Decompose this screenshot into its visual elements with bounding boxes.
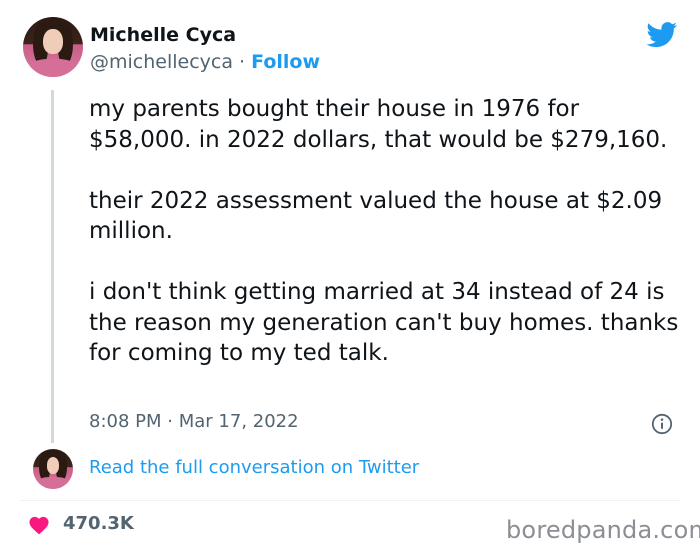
author-handle[interactable]: @michellecyca	[90, 51, 233, 73]
heart-icon[interactable]	[28, 515, 50, 535]
author-avatar[interactable]	[23, 17, 83, 77]
like-count: 470.3K	[63, 513, 134, 534]
tweet-paragraph: i don't think getting married at 34 inst…	[89, 279, 679, 366]
tweet-time[interactable]: 8:08 PM	[89, 411, 162, 432]
tweet-paragraph: their 2022 assessment valued the house a…	[89, 187, 663, 245]
footer-divider	[20, 500, 680, 501]
read-conversation-link[interactable]: Read the full conversation on Twitter	[89, 457, 419, 478]
conversation-avatar[interactable]	[33, 449, 73, 489]
twitter-bird-icon[interactable]	[646, 22, 678, 48]
handle-separator: ·	[239, 51, 246, 73]
author-name[interactable]: Michelle Cyca	[90, 24, 236, 46]
thread-line	[51, 90, 54, 443]
tweet-timestamp[interactable]: 8:08 PM · Mar 17, 2022	[89, 411, 299, 432]
info-icon[interactable]	[651, 413, 673, 435]
tweet-date[interactable]: Mar 17, 2022	[179, 411, 299, 432]
follow-button[interactable]: Follow	[251, 51, 320, 73]
tweet-text: my parents bought their house in 1976 fo…	[89, 94, 681, 369]
tweet-paragraph: my parents bought their house in 1976 fo…	[89, 96, 668, 153]
timestamp-separator: ·	[167, 411, 173, 432]
author-handle-line: @michellecyca · Follow	[90, 51, 320, 73]
watermark: boredpanda.com	[506, 516, 700, 544]
